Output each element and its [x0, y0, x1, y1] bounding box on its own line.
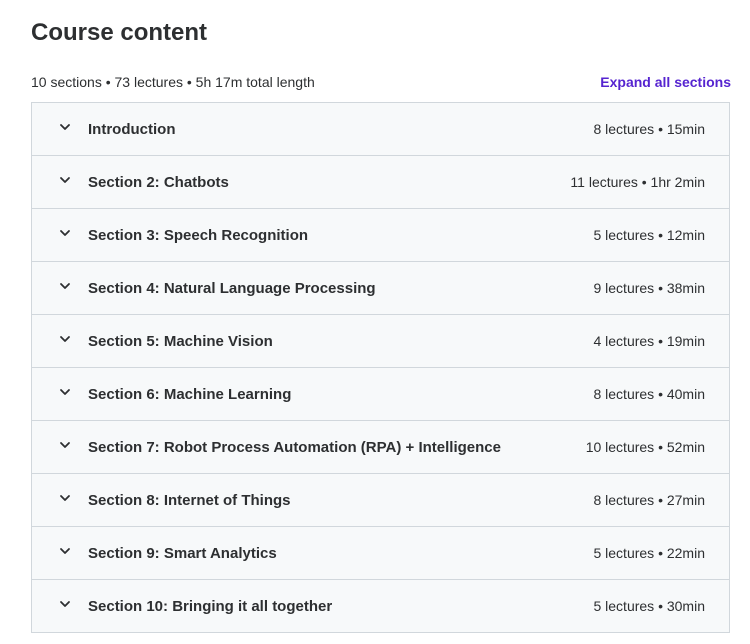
section-row[interactable]: Section 7: Robot Process Automation (RPA…	[32, 421, 729, 474]
section-row[interactable]: Section 2: Chatbots 11 lectures • 1hr 2mi…	[32, 156, 729, 209]
section-row[interactable]: Section 3: Speech Recognition 5 lectures …	[32, 209, 729, 262]
section-meta: 5 lectures • 12min	[593, 227, 705, 243]
chevron-down-icon	[58, 438, 72, 452]
section-title: Section 4: Natural Language Processing	[88, 279, 376, 297]
chevron-down-icon	[58, 120, 72, 134]
chevron-down-icon	[58, 491, 72, 505]
section-title: Introduction	[88, 120, 176, 138]
section-meta: 9 lectures • 38min	[593, 280, 705, 296]
chevron-down-icon	[58, 173, 72, 187]
section-title: Section 7: Robot Process Automation (RPA…	[88, 438, 501, 456]
section-title: Section 9: Smart Analytics	[88, 544, 277, 562]
section-row[interactable]: Section 9: Smart Analytics 5 lectures • 2…	[32, 527, 729, 580]
section-meta: 8 lectures • 15min	[593, 121, 705, 137]
chevron-down-icon	[58, 279, 72, 293]
section-title: Section 5: Machine Vision	[88, 332, 273, 350]
chevron-down-icon	[58, 544, 72, 558]
expand-all-sections-button[interactable]: Expand all sections	[600, 74, 731, 90]
section-meta: 8 lectures • 27min	[593, 492, 705, 508]
section-title: Section 8: Internet of Things	[88, 491, 291, 509]
course-summary-text: 10 sections • 73 lectures • 5h 17m total…	[31, 74, 315, 90]
section-row[interactable]: Section 6: Machine Learning 8 lectures • …	[32, 368, 729, 421]
section-meta: 4 lectures • 19min	[593, 333, 705, 349]
section-meta: 8 lectures • 40min	[593, 386, 705, 402]
page-title: Course content	[31, 19, 208, 46]
section-meta: 10 lectures • 52min	[585, 439, 705, 455]
section-title: Section 10: Bringing it all together	[88, 597, 333, 615]
section-row[interactable]: Section 4: Natural Language Processing 9 …	[32, 262, 729, 315]
section-row[interactable]: Introduction 8 lectures • 15min	[32, 103, 729, 156]
section-row[interactable]: Section 8: Internet of Things 8 lectures …	[32, 474, 729, 527]
section-meta: 5 lectures • 22min	[593, 545, 705, 561]
section-meta: 11 lectures • 1hr 2min	[570, 174, 705, 190]
section-row[interactable]: Section 5: Machine Vision 4 lectures • 19…	[32, 315, 729, 368]
section-meta: 5 lectures • 30min	[593, 598, 705, 614]
section-title: Section 3: Speech Recognition	[88, 226, 309, 244]
section-title: Section 2: Chatbots	[88, 173, 229, 191]
chevron-down-icon	[58, 385, 72, 399]
chevron-down-icon	[58, 597, 72, 611]
section-title: Section 6: Machine Learning	[88, 385, 292, 403]
course-summary-bar: 10 sections • 73 lectures • 5h 17m total…	[31, 72, 731, 92]
section-row[interactable]: Section 10: Bringing it all together 5 le…	[32, 580, 729, 633]
section-list: Introduction 8 lectures • 15min Section 2:…	[31, 102, 730, 633]
chevron-down-icon	[58, 226, 72, 240]
chevron-down-icon	[58, 332, 72, 346]
